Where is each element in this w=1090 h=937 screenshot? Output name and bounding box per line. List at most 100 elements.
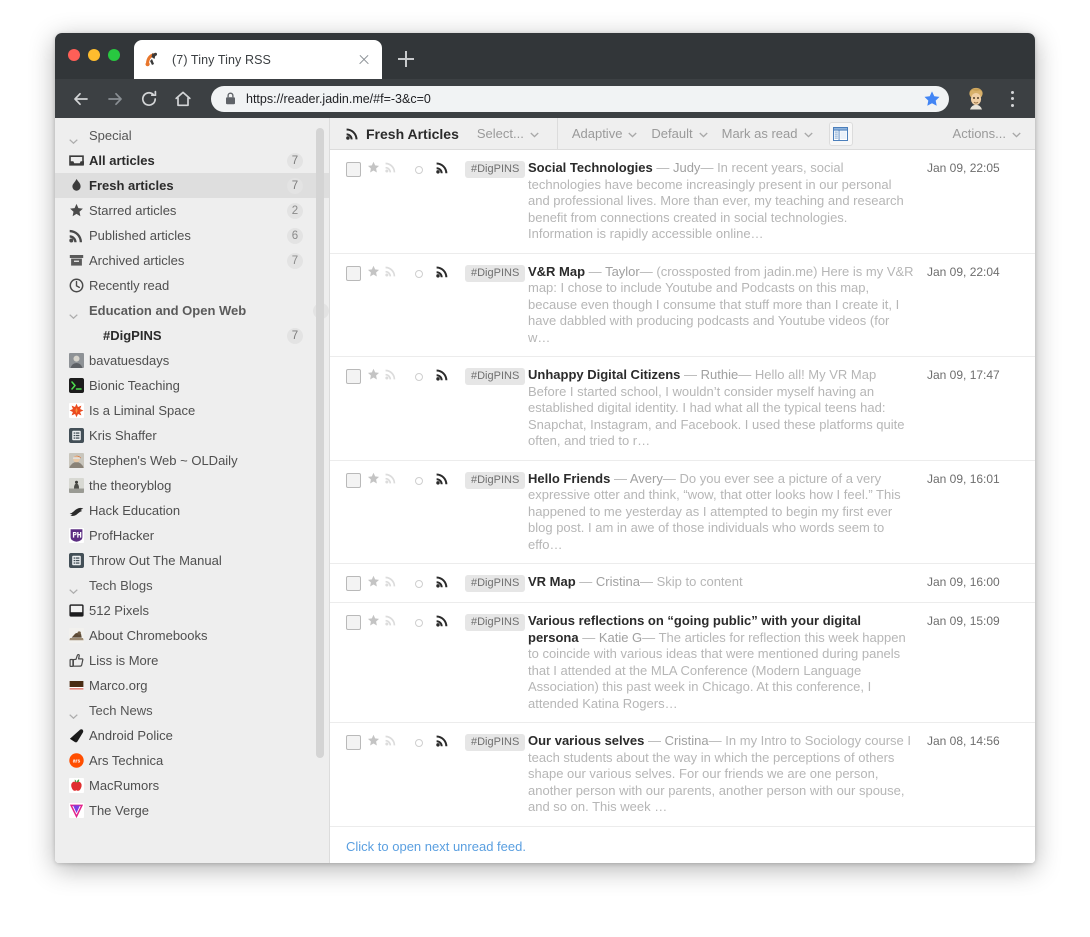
unread-marker-icon[interactable] [415, 373, 423, 381]
select-article-checkbox[interactable] [346, 576, 361, 591]
toggle-combined-mode-icon[interactable] [828, 121, 853, 146]
minimize-window-button[interactable] [88, 49, 100, 61]
browser-tab[interactable]: (7) Tiny Tiny RSS [134, 40, 382, 79]
unread-marker-icon[interactable] [415, 619, 423, 627]
sidebar-item-starred-articles[interactable]: Starred articles 2 [55, 198, 329, 223]
sidebar-item-512-pixels[interactable]: 512 Pixels [55, 598, 329, 623]
sidebar-item-published-articles[interactable]: Published articles 6 [55, 223, 329, 248]
article-tag[interactable]: #DigPINS [465, 368, 526, 385]
publish-article-icon[interactable] [385, 265, 397, 277]
publish-article-icon[interactable] [385, 575, 397, 587]
sidebar-item-archived-articles[interactable]: Archived articles 7 [55, 248, 329, 273]
feed-category-special[interactable]: Special [55, 123, 329, 148]
star-article-icon[interactable] [367, 265, 380, 278]
sidebar-item-hack-education[interactable]: Hack Education [55, 498, 329, 523]
article-row[interactable]: #DigPINS Hello Friends — Avery— Do you ev… [330, 461, 1035, 564]
close-tab-icon[interactable] [356, 52, 372, 68]
sidebar-item-marco-org[interactable]: Marco.org [55, 673, 329, 698]
select-article-checkbox[interactable] [346, 615, 361, 630]
star-article-icon[interactable] [367, 368, 380, 381]
feed-category-tech-blogs[interactable]: Tech Blogs [55, 573, 329, 598]
sidebar-item-liss-is-more[interactable]: Liss is More [55, 648, 329, 673]
sidebar-item-fresh-articles[interactable]: Fresh articles 7 [55, 173, 329, 198]
sort-dropdown[interactable]: Default [651, 126, 708, 141]
article-row[interactable]: #DigPINS Social Technologies — Judy— In r… [330, 150, 1035, 254]
sidebar-item-about-chromebooks[interactable]: About Chromebooks [55, 623, 329, 648]
star-article-icon[interactable] [367, 734, 380, 747]
sidebar-item-bavatuesdays[interactable]: bavatuesdays [55, 348, 329, 373]
sidebar-item-profhacker[interactable]: ProfHacker [55, 523, 329, 548]
reload-button[interactable] [135, 85, 163, 113]
publish-article-icon[interactable] [385, 161, 397, 173]
bookmark-star-icon[interactable] [919, 86, 945, 112]
select-article-checkbox[interactable] [346, 472, 361, 488]
sidebar-item-throw-out-the-manual[interactable]: Throw Out The Manual [55, 548, 329, 573]
unread-marker-icon[interactable] [415, 269, 423, 278]
article-tag[interactable]: #DigPINS [465, 734, 526, 751]
article-tag[interactable]: #DigPINS [465, 471, 526, 489]
forward-button[interactable] [101, 85, 129, 113]
article-title[interactable]: V&R Map [528, 264, 585, 279]
sidebar-item-digpins[interactable]: #DigPINS 7 [55, 323, 329, 348]
sidebar-item-macrumors[interactable]: MacRumors [55, 773, 329, 798]
select-article-checkbox[interactable] [346, 369, 361, 384]
article-title[interactable]: Unhappy Digital Citizens [528, 367, 680, 382]
star-article-icon[interactable] [367, 614, 380, 627]
actions-dropdown[interactable]: Actions... [953, 126, 1021, 141]
select-article-checkbox[interactable] [346, 162, 361, 177]
star-article-icon[interactable] [367, 161, 380, 174]
sidebar-item-android-police[interactable]: Android Police [55, 723, 329, 748]
article-row[interactable]: #DigPINS Various reflections on “going pu… [330, 603, 1035, 723]
unread-marker-icon[interactable] [415, 166, 423, 174]
article-row[interactable]: #DigPINS V&R Map — Taylor— (crossposted f… [330, 254, 1035, 357]
article-row[interactable]: #DigPINS Unhappy Digital Citizens — Ruthi… [330, 357, 1035, 461]
feed-category-education-and-open-web[interactable]: Education and Open Web7 [55, 298, 329, 323]
sidebar-item-the-verge[interactable]: The Verge [55, 798, 329, 823]
chevron-down-icon[interactable] [69, 582, 78, 595]
article-tag[interactable]: #DigPINS [465, 575, 526, 592]
unread-marker-icon[interactable] [415, 580, 423, 588]
address-bar[interactable]: https://reader.jadin.me/#f=-3&c=0 [211, 85, 949, 112]
sidebar-item-is-a-liminal-space[interactable]: Is a Liminal Space [55, 398, 329, 423]
back-button[interactable] [67, 85, 95, 113]
sidebar-item-the-theoryblog[interactable]: the theoryblog [55, 473, 329, 498]
publish-article-icon[interactable] [385, 368, 397, 380]
view-mode-dropdown[interactable]: Adaptive [572, 126, 638, 141]
article-tag[interactable]: #DigPINS [465, 264, 526, 282]
sidebar-scrollbar[interactable] [316, 128, 324, 758]
new-tab-button[interactable] [395, 48, 417, 70]
home-button[interactable] [169, 85, 197, 113]
unread-marker-icon[interactable] [415, 739, 423, 747]
profile-avatar[interactable] [961, 84, 991, 114]
select-article-checkbox[interactable] [346, 735, 361, 750]
unread-marker-icon[interactable] [415, 476, 423, 485]
sidebar-item-kris-shaffer[interactable]: Kris Shaffer [55, 423, 329, 448]
browser-menu-button[interactable] [1001, 86, 1023, 112]
publish-article-icon[interactable] [385, 472, 397, 484]
select-dropdown[interactable]: Select... [477, 126, 539, 141]
sidebar-item-ars-technica[interactable]: ars Ars Technica [55, 748, 329, 773]
publish-article-icon[interactable] [385, 734, 397, 746]
maximize-window-button[interactable] [108, 49, 120, 61]
chevron-down-icon[interactable] [69, 307, 78, 320]
article-title[interactable]: Hello Friends [528, 471, 610, 486]
close-window-button[interactable] [68, 49, 80, 61]
article-row[interactable]: #DigPINS Our various selves — Cristina— I… [330, 723, 1035, 827]
article-row[interactable]: #DigPINS VR Map — Cristina— Skip to conte… [330, 564, 1035, 603]
star-article-icon[interactable] [367, 472, 380, 485]
article-title[interactable]: Social Technologies [528, 160, 653, 175]
star-article-icon[interactable] [367, 575, 380, 588]
sidebar-item-stephen-s-web-oldaily[interactable]: Stephen's Web ~ OLDaily [55, 448, 329, 473]
feed-category-tech-news[interactable]: Tech News [55, 698, 329, 723]
sidebar-item-bionic-teaching[interactable]: Bionic Teaching [55, 373, 329, 398]
chevron-down-icon[interactable] [69, 132, 78, 145]
mark-as-read-dropdown[interactable]: Mark as read [722, 126, 813, 141]
article-tag[interactable]: #DigPINS [465, 161, 526, 178]
select-article-checkbox[interactable] [346, 265, 361, 281]
sidebar-item-all-articles[interactable]: All articles 7 [55, 148, 329, 173]
article-tag[interactable]: #DigPINS [465, 614, 526, 631]
chevron-down-icon[interactable] [69, 707, 78, 720]
article-title[interactable]: Our various selves [528, 733, 644, 748]
article-title[interactable]: VR Map [528, 574, 576, 589]
publish-article-icon[interactable] [385, 614, 397, 626]
